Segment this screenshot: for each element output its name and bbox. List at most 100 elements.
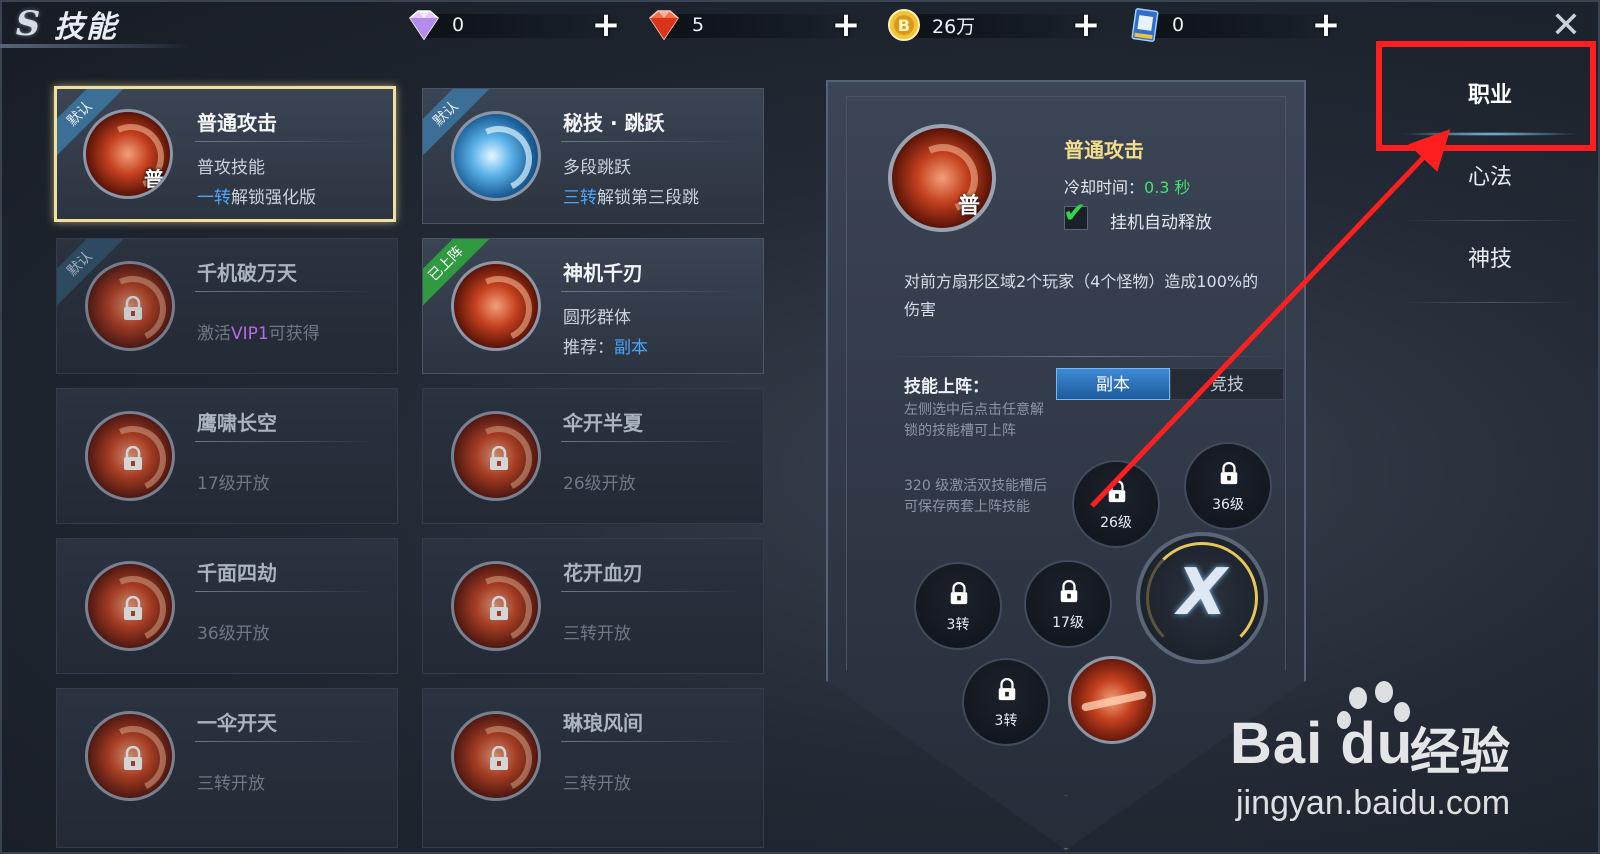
top-bar: S 技能 0 + 5 + B 26万 + 0 + ✕ bbox=[0, 0, 1600, 48]
skill-unlock: 17级开放 bbox=[197, 474, 270, 494]
skill-slot-36[interactable]: 36级 bbox=[1184, 442, 1272, 530]
detail-cooldown: 冷却时间：0.3 秒 bbox=[1064, 178, 1191, 197]
skill-unlock: 三转开放 bbox=[197, 774, 265, 794]
detail-description: 对前方扇形区域2个玩家（4个怪物）造成100%的伤害 bbox=[904, 272, 1259, 319]
lock-icon bbox=[490, 746, 508, 770]
qianmian-skill-icon bbox=[85, 561, 175, 651]
skill-name: 伞开半夏 bbox=[563, 411, 643, 435]
sankai-skill-icon bbox=[451, 411, 541, 501]
ticket-count: 0 bbox=[1172, 14, 1185, 36]
skill-card-sankai[interactable]: 伞开半夏 26级开放 bbox=[422, 388, 764, 524]
detail-divider bbox=[886, 356, 1282, 357]
skill-slot-3zhuan-a[interactable]: 3转 bbox=[914, 562, 1002, 650]
skill-card-huakai[interactable]: 花开血刃 三转开放 bbox=[422, 538, 764, 674]
skill-slot-17[interactable]: 17级 bbox=[1024, 560, 1112, 648]
skill-recommend: 推荐：副本 bbox=[563, 338, 648, 358]
skill-name: 一伞开天 bbox=[197, 711, 277, 735]
lock-icon bbox=[998, 678, 1016, 701]
normal-attack-glyph: 普 bbox=[144, 167, 164, 191]
linlang-skill-icon bbox=[451, 711, 541, 801]
skill-unlock: 36级开放 bbox=[197, 624, 270, 644]
ruby-count: 5 bbox=[692, 14, 705, 36]
skill-card-normal-attack[interactable]: 普 默认 普通攻击 普攻技能 一转解锁强化版 bbox=[54, 86, 396, 222]
skill-name: 普通攻击 bbox=[197, 111, 277, 135]
skill-unlock: 激活VIP1可获得 bbox=[197, 324, 320, 344]
skill-card-yisan[interactable]: 一伞开天 三转开放 bbox=[56, 688, 398, 848]
lock-icon bbox=[1060, 580, 1078, 603]
diamond-icon bbox=[409, 10, 439, 41]
window-title: S 技能 bbox=[8, 4, 188, 45]
skill-card-qianji[interactable]: 默认 千机破万天 激活VIP1可获得 bbox=[56, 238, 398, 374]
lock-icon bbox=[124, 596, 142, 620]
shenji-skill-icon bbox=[451, 261, 541, 351]
slot-level: 3转 bbox=[994, 713, 1018, 729]
add-diamond-button[interactable]: + bbox=[589, 8, 623, 42]
skill-unlock: 三转解锁第三段跳 bbox=[563, 188, 699, 208]
skill-name: 鹰啸长空 bbox=[197, 411, 277, 435]
tab-arena[interactable]: 竞技 bbox=[1170, 368, 1284, 400]
lock-icon bbox=[124, 746, 142, 770]
skill-unlock: 三转开放 bbox=[563, 624, 631, 644]
skill-desc: 圆形群体 bbox=[563, 308, 631, 328]
dual-slot-hint: 320 级激活双技能槽后可保存两套上阵技能 bbox=[904, 478, 1048, 515]
sword-icon: X bbox=[1177, 556, 1227, 630]
yingxiao-skill-icon bbox=[85, 411, 175, 501]
slot-level: 3转 bbox=[946, 617, 970, 633]
slot-level: 17级 bbox=[1052, 615, 1084, 631]
lock-icon bbox=[1220, 462, 1238, 485]
watermark-cn: 经验 bbox=[1410, 723, 1510, 781]
watermark-brand: Bai du bbox=[1230, 711, 1414, 776]
skill-name: 花开血刃 bbox=[563, 561, 643, 585]
watermark-url: jingyan.baidu.com bbox=[1236, 784, 1511, 822]
close-icon[interactable]: ✕ bbox=[1548, 8, 1584, 44]
lock-icon bbox=[490, 446, 508, 470]
skill-desc: 多段跳跃 bbox=[563, 158, 631, 178]
skill-name: 千面四劫 bbox=[197, 561, 277, 585]
ticket-card-icon bbox=[1131, 8, 1159, 42]
add-gold-button[interactable]: + bbox=[1069, 8, 1103, 42]
add-ruby-button[interactable]: + bbox=[829, 8, 863, 42]
detail-skill-icon: 普 bbox=[888, 124, 996, 232]
qianji-skill-icon bbox=[85, 261, 175, 351]
currency-ticket: 0 + bbox=[1124, 8, 1342, 42]
svg-text:B: B bbox=[898, 16, 910, 35]
skill-desc: 普攻技能 bbox=[197, 158, 265, 178]
annotation-highlight-box bbox=[1376, 41, 1596, 151]
lock-icon bbox=[124, 296, 142, 320]
skill-card-linlang[interactable]: 琳琅风间 三转开放 bbox=[422, 688, 764, 848]
yisan-skill-icon bbox=[85, 711, 175, 801]
deploy-hint: 左侧选中后点击任意解锁的技能槽可上阵 bbox=[904, 402, 1044, 439]
skill-card-shenji[interactable]: 已上阵 神机千刃 圆形群体 推荐：副本 bbox=[422, 238, 764, 374]
deploy-label: 技能上阵： bbox=[904, 377, 989, 397]
skill-unlock: 26级开放 bbox=[563, 474, 636, 494]
skill-unlock: 一转解锁强化版 bbox=[197, 188, 316, 208]
skill-logo-icon: S bbox=[15, 4, 41, 44]
jump-skill-icon bbox=[451, 111, 541, 201]
slot-level: 26级 bbox=[1100, 515, 1132, 531]
lock-icon bbox=[490, 596, 508, 620]
add-ticket-button[interactable]: + bbox=[1309, 8, 1343, 42]
skill-slot-equipped-shenji[interactable] bbox=[1068, 656, 1156, 744]
detail-skill-glyph: 普 bbox=[957, 194, 980, 219]
skill-card-jump[interactable]: 默认 秘技 · 跳跃 多段跳跃 三转解锁第三段跳 bbox=[422, 88, 764, 224]
basic-attack-slot[interactable]: X bbox=[1136, 532, 1268, 664]
normal-attack-skill-icon: 普 bbox=[83, 109, 173, 199]
auto-release-label: 挂机自动释放 bbox=[1110, 213, 1212, 233]
currency-diamond: 0 + bbox=[404, 8, 622, 42]
check-icon: ✔ bbox=[1063, 196, 1087, 229]
tab-divine-skill[interactable]: 神技 bbox=[1380, 220, 1600, 300]
skill-slot-3zhuan-b[interactable]: 3转 bbox=[962, 658, 1050, 746]
gold-count: 26万 bbox=[932, 15, 976, 38]
gold-coin-icon: B bbox=[888, 9, 920, 41]
skill-name: 秘技 · 跳跃 bbox=[563, 111, 665, 135]
skill-slot-26[interactable]: 26级 bbox=[1072, 460, 1160, 548]
lock-icon bbox=[950, 582, 968, 605]
detail-skill-name: 普通攻击 bbox=[1064, 138, 1144, 162]
skill-card-qianmian[interactable]: 千面四劫 36级开放 bbox=[56, 538, 398, 674]
skill-card-yingxiao[interactable]: 鹰啸长空 17级开放 bbox=[56, 388, 398, 524]
tab-dungeon[interactable]: 副本 bbox=[1056, 368, 1170, 400]
skill-name: 神机千刃 bbox=[563, 261, 643, 285]
lock-icon bbox=[124, 446, 142, 470]
title-underline bbox=[0, 44, 190, 48]
huakai-skill-icon bbox=[451, 561, 541, 651]
